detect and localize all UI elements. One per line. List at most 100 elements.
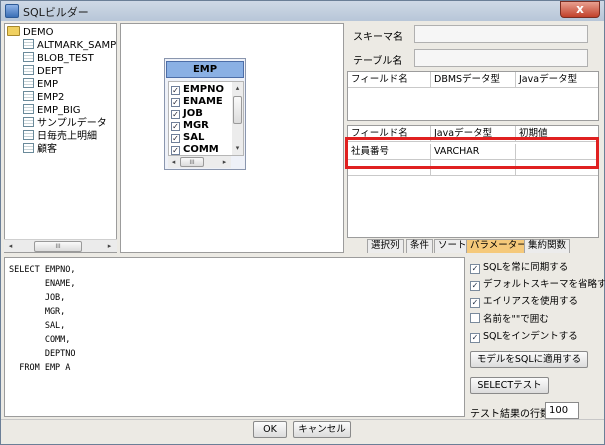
- table-icon: [23, 91, 34, 101]
- option-label: 名前を""で囲む: [483, 314, 549, 325]
- column-label: EMPNO: [183, 84, 224, 95]
- option-checkbox[interactable]: ✓: [470, 298, 480, 308]
- field-table[interactable]: フィールド名 DBMSデータ型 Javaデータ型: [347, 71, 599, 121]
- schema-input[interactable]: [414, 25, 588, 43]
- tree-item[interactable]: ALTMARK_SAMPL: [23, 39, 117, 52]
- column-checkbox[interactable]: ✓: [171, 86, 180, 95]
- tree-item[interactable]: EMP2: [23, 91, 64, 104]
- table-icon: [23, 78, 34, 88]
- option-use-alias[interactable]: ✓ エイリアスを使用する: [470, 295, 578, 309]
- column-checkbox[interactable]: ✓: [171, 146, 180, 155]
- table-icon: [23, 143, 34, 153]
- sql-line: ENAME,: [9, 279, 76, 289]
- tab-conditions[interactable]: 条件: [406, 239, 434, 253]
- column-label: ENAME: [183, 96, 223, 107]
- field-table-header[interactable]: Javaデータ型: [516, 72, 598, 88]
- column-row[interactable]: ✓ JOB: [171, 108, 203, 120]
- tree-item[interactable]: BLOB_TEST: [23, 52, 94, 65]
- option-indent-sql[interactable]: ✓ SQLをインデントする: [470, 330, 578, 344]
- tree-root-label: DEMO: [23, 27, 54, 38]
- column-checkbox[interactable]: ✓: [171, 98, 180, 107]
- column-row[interactable]: ✓ SAL: [171, 132, 204, 144]
- tree-item-label: ALTMARK_SAMPL: [37, 40, 117, 51]
- result-rows-input[interactable]: 100: [545, 402, 579, 419]
- option-label: デフォルトスキーマを省略する: [483, 279, 605, 290]
- scroll-right-icon[interactable]: ▸: [218, 156, 231, 168]
- tree-item[interactable]: DEPT: [23, 65, 63, 78]
- table-tree[interactable]: DEMO ALTMARK_SAMPL BLOB_TEST DEPT EMP EM…: [4, 23, 117, 253]
- column-label: MGR: [183, 120, 209, 131]
- option-sync-sql[interactable]: ✓ SQLを常に同期する: [470, 261, 568, 275]
- highlight-annotation: [345, 137, 599, 169]
- apply-model-button[interactable]: モデルをSQLに適用する: [470, 351, 588, 368]
- option-quote-names[interactable]: 名前を""で囲む: [470, 313, 549, 327]
- option-checkbox[interactable]: ✓: [470, 264, 480, 274]
- option-omit-default-schema[interactable]: ✓ デフォルトスキーマを省略する: [470, 278, 605, 292]
- option-checkbox[interactable]: [470, 313, 480, 323]
- field-table-header[interactable]: DBMSデータ型: [431, 72, 516, 88]
- emp-table-header[interactable]: EMP: [166, 61, 244, 78]
- close-button[interactable]: x: [560, 1, 600, 18]
- emp-vertical-scrollbar[interactable]: ▴ ▾: [232, 82, 243, 155]
- select-test-button[interactable]: SELECTテスト: [470, 377, 549, 394]
- sql-builder-window: SQLビルダー x DEMO ALTMARK_SAMPL BLOB_TEST D…: [0, 0, 605, 445]
- tree-item[interactable]: EMP: [23, 78, 58, 91]
- scroll-left-icon[interactable]: ◂: [167, 156, 180, 168]
- tab-selected-columns[interactable]: 選択列: [367, 239, 404, 253]
- scroll-up-icon[interactable]: ▴: [231, 82, 244, 95]
- sql-editor[interactable]: SELECT EMPNO, ENAME, JOB, MGR, SAL, COMM…: [4, 257, 465, 417]
- tree-item-label: サンプルデータ: [37, 118, 107, 129]
- title-bar[interactable]: [1, 1, 604, 21]
- table-name-input[interactable]: [414, 49, 588, 67]
- column-checkbox[interactable]: ✓: [171, 110, 180, 119]
- scroll-thumb[interactable]: III: [34, 241, 82, 252]
- option-checkbox[interactable]: ✓: [470, 281, 480, 291]
- tab-aggregate[interactable]: 集約関数: [524, 239, 571, 253]
- column-label: SAL: [183, 132, 205, 143]
- column-row[interactable]: ✓ EMPNO: [171, 84, 224, 96]
- tree-root-demo[interactable]: DEMO: [7, 26, 54, 39]
- scroll-left-icon[interactable]: ◂: [4, 240, 17, 253]
- cancel-button[interactable]: キャンセル: [293, 421, 351, 438]
- tree-item[interactable]: 顧客: [23, 143, 57, 156]
- table-icon: [23, 117, 34, 127]
- column-row[interactable]: ✓ COMM: [171, 144, 219, 155]
- table-icon: [23, 65, 34, 75]
- tab-parameters[interactable]: パラメーター: [466, 239, 531, 253]
- tree-item-label: EMP: [37, 79, 58, 90]
- ok-button[interactable]: OK: [253, 421, 287, 438]
- tree-item-label: EMP_BIG: [37, 105, 81, 116]
- column-row[interactable]: ✓ MGR: [171, 120, 209, 132]
- sql-line: COMM,: [9, 335, 71, 345]
- table-icon: [23, 52, 34, 62]
- tree-item-label: EMP2: [37, 92, 65, 103]
- scroll-right-icon[interactable]: ▸: [103, 240, 116, 253]
- tree-item[interactable]: サンプルデータ: [23, 117, 107, 130]
- table-icon: [23, 39, 34, 49]
- column-label: JOB: [183, 108, 203, 119]
- tree-item-label: 日毎売上明細: [37, 131, 97, 142]
- column-checkbox[interactable]: ✓: [171, 134, 180, 143]
- app-icon: [5, 4, 19, 18]
- emp-horizontal-scrollbar[interactable]: ◂ III ▸: [168, 156, 231, 168]
- column-row[interactable]: ✓ ENAME: [171, 96, 223, 108]
- option-checkbox[interactable]: ✓: [470, 333, 480, 343]
- sql-line: SELECT EMPNO,: [9, 265, 76, 275]
- sql-line: FROM EMP A: [9, 363, 71, 373]
- scroll-thumb[interactable]: III: [180, 157, 204, 167]
- folder-icon: [7, 26, 20, 36]
- column-checkbox[interactable]: ✓: [171, 122, 180, 131]
- tree-horizontal-scrollbar[interactable]: ◂ III ▸: [4, 239, 117, 252]
- field-table-header[interactable]: フィールド名: [348, 72, 431, 88]
- tree-item[interactable]: 日毎売上明細: [23, 130, 97, 143]
- scroll-thumb[interactable]: [233, 96, 242, 124]
- scroll-down-icon[interactable]: ▾: [231, 142, 244, 155]
- schema-label: スキーマ名: [353, 32, 403, 43]
- tree-item[interactable]: EMP_BIG: [23, 104, 81, 117]
- tree-item-label: 顧客: [37, 144, 57, 155]
- sql-line: MGR,: [9, 307, 66, 317]
- table-icon: [23, 104, 34, 114]
- sql-line: DEPTNO: [9, 349, 76, 359]
- table-name-label: テーブル名: [353, 56, 403, 67]
- option-label: エイリアスを使用する: [483, 296, 579, 307]
